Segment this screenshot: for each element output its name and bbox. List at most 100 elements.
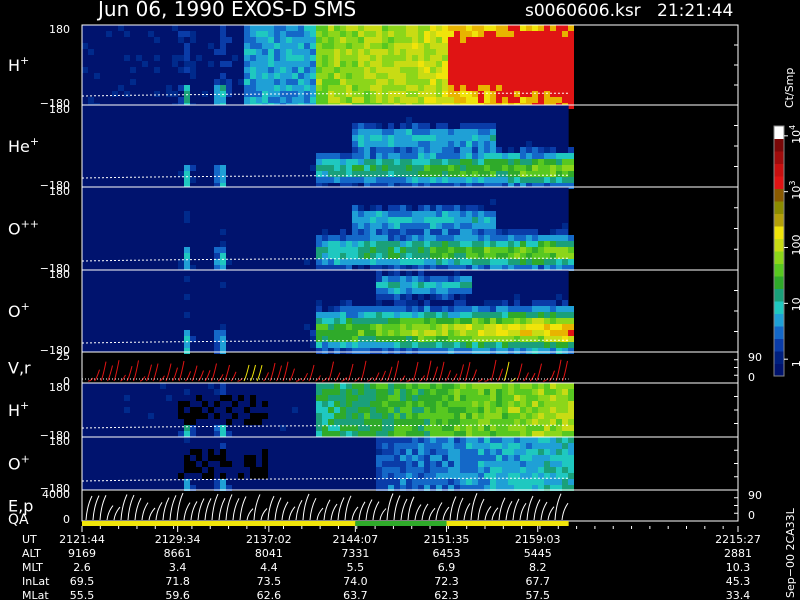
energy-trace — [183, 502, 191, 521]
spectrogram-cell — [376, 25, 382, 31]
spectrogram-cell — [490, 419, 496, 425]
spectrogram-cell — [376, 342, 382, 348]
spectrogram-cell — [322, 383, 328, 389]
spectrogram-cell — [556, 324, 562, 330]
spectrogram-cell — [142, 61, 148, 67]
spectrogram-cell — [316, 413, 322, 419]
energy-trace — [323, 499, 331, 521]
spectrogram-cell — [526, 455, 532, 461]
spectrogram-cell — [196, 407, 202, 413]
spectrogram-cell — [442, 43, 448, 49]
spectrogram-cell — [412, 31, 418, 37]
spectrogram-cell — [364, 147, 370, 153]
spectrogram-cell — [214, 85, 220, 91]
spectrogram-cell — [352, 147, 358, 153]
spectrogram-cell — [208, 449, 214, 455]
spectrogram-cell — [532, 67, 538, 73]
spectrogram-cell — [550, 171, 556, 177]
spectrogram-cell — [244, 419, 250, 425]
spectrogram-cell — [418, 205, 424, 211]
spectrogram-cell — [400, 395, 406, 401]
spectrogram-cell — [460, 49, 466, 55]
spectrogram-cell — [490, 312, 496, 318]
panel-label-sup: + — [20, 54, 29, 67]
spectrogram-cell — [412, 479, 418, 485]
spectrogram-cell — [328, 73, 334, 79]
spectrogram-cell — [478, 171, 484, 177]
spectrogram-cell — [250, 37, 256, 43]
spectrogram-cell — [472, 159, 478, 165]
spectrogram-cell — [484, 449, 490, 455]
spectrogram-cell — [340, 247, 346, 253]
spectrogram-cell — [472, 443, 478, 449]
energy-trace — [505, 501, 513, 521]
spectrogram-cell — [382, 395, 388, 401]
spectrogram-cell — [436, 61, 442, 67]
spectrogram-cell — [538, 247, 544, 253]
spectrogram-cell — [190, 467, 196, 473]
spectrogram-cell — [448, 229, 454, 235]
spectrogram-cell — [436, 67, 442, 73]
spectrogram-cell — [532, 467, 538, 473]
velocity-trace — [438, 361, 445, 382]
velocity-trace — [113, 360, 120, 382]
spectrogram-cell — [508, 395, 514, 401]
spectrogram-cell — [430, 165, 436, 171]
info-value: 2151:35 — [424, 533, 470, 546]
spectrogram-cell — [400, 223, 406, 229]
spectrogram-cell — [394, 171, 400, 177]
spectrogram-cell — [508, 25, 514, 31]
spectrogram-cell — [550, 153, 556, 159]
spectrogram-cell — [502, 235, 508, 241]
spectrogram-cell — [322, 55, 328, 61]
spectrogram-cell — [376, 205, 382, 211]
spectrogram-cell — [388, 177, 394, 183]
spectrogram-cell — [400, 171, 406, 177]
spectrogram-cell — [502, 49, 508, 55]
spectrogram-cell — [340, 73, 346, 79]
spectrogram-cell — [514, 79, 520, 85]
spectrogram-cell — [280, 97, 286, 103]
spectrogram-cell — [448, 395, 454, 401]
spectrogram-cell — [448, 383, 454, 389]
spectrogram-cell — [430, 31, 436, 37]
spectrogram-cell — [556, 73, 562, 79]
spectrogram-cell — [556, 294, 562, 300]
velocity-trace — [516, 363, 523, 382]
spectrogram-cell — [490, 389, 496, 395]
spectrogram-cell — [184, 177, 190, 183]
spectrogram-cell — [454, 270, 460, 276]
energy-trace — [554, 493, 562, 521]
spectrogram-cell — [382, 342, 388, 348]
spectrogram-cell — [430, 229, 436, 235]
spectrogram-cell — [262, 37, 268, 43]
spectrogram-cell — [538, 449, 544, 455]
spectrogram-cell — [328, 79, 334, 85]
spectrogram-cell — [478, 413, 484, 419]
spectrogram-cell — [454, 419, 460, 425]
spectrogram-cell — [220, 253, 226, 259]
spectrogram-cell — [496, 61, 502, 67]
spectrogram-cell — [466, 312, 472, 318]
spectrogram-cell — [250, 79, 256, 85]
spectrogram-cell — [448, 73, 454, 79]
spectrogram-cell — [448, 419, 454, 425]
spectrogram-cell — [262, 25, 268, 31]
spectrogram-cell — [256, 49, 262, 55]
spectrogram-cell — [436, 211, 442, 217]
spectrogram-cell — [304, 259, 310, 265]
spectrogram-cell — [178, 431, 184, 437]
spectrogram-cell — [502, 25, 508, 31]
spectrogram-cell — [184, 253, 190, 259]
spectrogram-cell — [526, 306, 532, 312]
spectrogram-cell — [316, 300, 322, 306]
spectrogram-cell — [448, 135, 454, 141]
spectrogram-cell — [550, 401, 556, 407]
energy-trace — [337, 497, 345, 521]
spectrogram-cell — [250, 25, 256, 31]
spectrogram-cell — [418, 336, 424, 342]
spectrogram-cell — [358, 383, 364, 389]
spectrogram-cell — [412, 43, 418, 49]
spectrogram-cell — [484, 425, 490, 431]
spectrogram-cell — [424, 419, 430, 425]
